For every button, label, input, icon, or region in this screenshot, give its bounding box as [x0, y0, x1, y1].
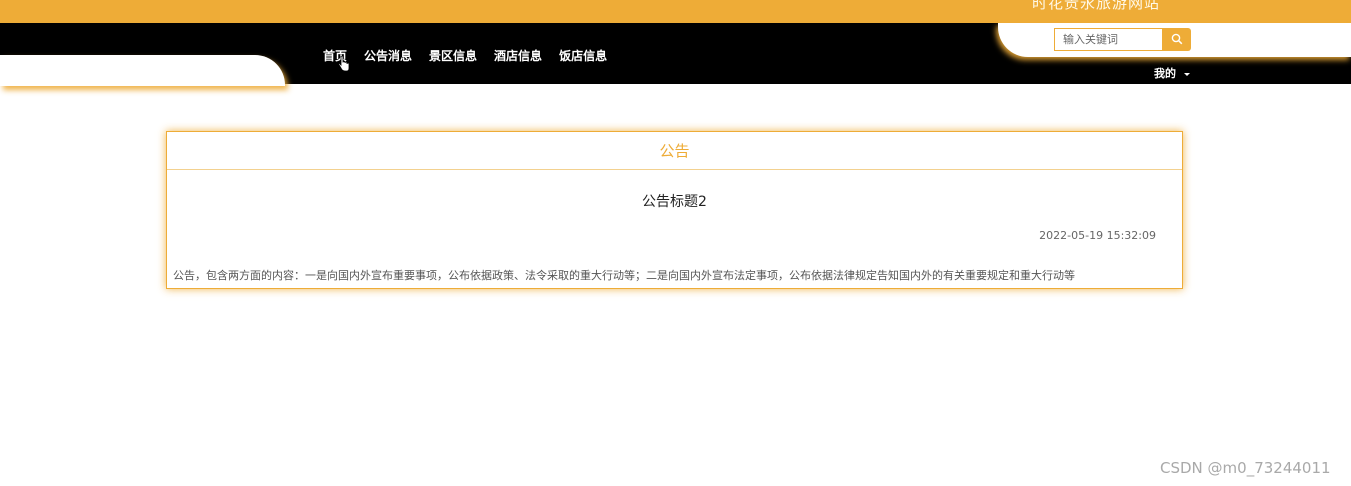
- my-menu-label: 我的: [1154, 67, 1176, 80]
- hand-cursor-icon: [338, 55, 350, 76]
- top-banner: 时花贵永旅游网站: [0, 0, 1351, 23]
- search-icon: [1171, 30, 1183, 49]
- notice-timestamp: 2022-05-19 15:32:09: [1039, 229, 1156, 242]
- notice-title: 公告标题2: [642, 194, 707, 210]
- left-decor-tab: [0, 55, 285, 86]
- my-account-menu[interactable]: 我的: [1154, 65, 1190, 81]
- notice-card: 公告 公告标题2 2022-05-19 15:32:09 公告，包含两方面的内容…: [166, 131, 1183, 289]
- watermark: CSDN @m0_73244011: [1160, 459, 1331, 477]
- nav-scenic-spots[interactable]: 景区信息: [429, 47, 477, 64]
- card-header: 公告: [167, 132, 1182, 170]
- search-button[interactable]: [1162, 28, 1191, 51]
- nav-announcements[interactable]: 公告消息: [364, 47, 412, 64]
- nav-restaurants[interactable]: 饭店信息: [559, 47, 607, 64]
- site-title: 时花贵永旅游网站: [1032, 0, 1161, 12]
- search-input[interactable]: [1054, 28, 1163, 51]
- main-nav: 首页 公告消息 景区信息 酒店信息 饭店信息: [323, 47, 624, 64]
- notice-content: 公告，包含两方面的内容：一是向国内外宣布重要事项，公布依据政策、法令采取的重大行…: [173, 269, 1075, 282]
- nav-hotels[interactable]: 酒店信息: [494, 47, 542, 64]
- caret-down-icon: [1184, 72, 1190, 76]
